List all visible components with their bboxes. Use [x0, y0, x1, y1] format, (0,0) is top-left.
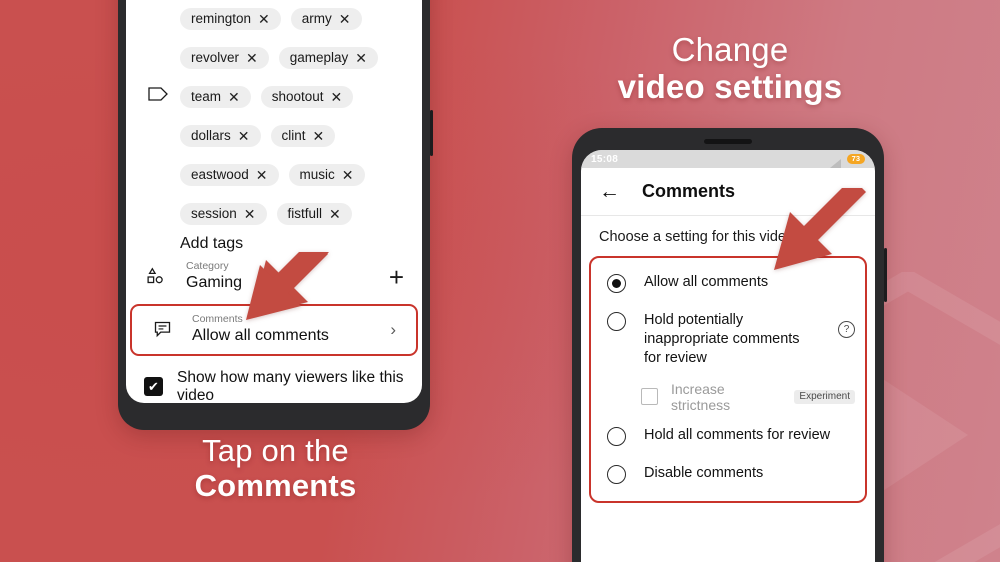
tag-chip[interactable]: revolver ✕: [180, 46, 269, 69]
comment-option-row[interactable]: Allow all comments: [591, 264, 865, 302]
status-clock: 15:08: [591, 153, 619, 165]
tag-chip-label: gameplay: [289, 49, 349, 65]
tag-remove-icon[interactable]: ✕: [355, 51, 367, 65]
increase-strictness-label: Increase strictness: [671, 380, 731, 413]
earpiece-speaker: [704, 139, 752, 144]
tag-remove-icon[interactable]: ✕: [256, 168, 268, 182]
left-phone-screen: remington ✕ army ✕ revolver ✕ gameplay ✕ team ✕ sh…: [126, 0, 422, 403]
tag-chip-label: remington: [191, 10, 252, 26]
subheading: Choose a setting for this video: [599, 229, 795, 245]
tag-chip-label: session: [191, 205, 237, 221]
battery-indicator: 73: [846, 153, 865, 165]
radio-button[interactable]: [607, 274, 626, 293]
tag-chip[interactable]: clint ✕: [270, 124, 336, 147]
comment-option-label: Disable comments: [644, 464, 764, 481]
tag-chip[interactable]: gameplay ✕: [278, 46, 379, 69]
comment-settings-group: Allow all comments Hold potentially inapp…: [589, 256, 867, 503]
tag-chip[interactable]: dollars ✕: [180, 124, 261, 147]
caption-right-line1: Change: [671, 31, 789, 68]
tag-chip[interactable]: fistfull ✕: [276, 202, 352, 225]
tag-row: dollars ✕ clint ✕: [126, 116, 422, 155]
tag-row: session ✕ fistfull ✕: [126, 194, 422, 233]
chevron-right-icon: ›: [390, 319, 396, 339]
comment-option-label: Hold all comments for review: [644, 426, 831, 443]
tag-chip-label: dollars: [191, 127, 231, 143]
tag-chip[interactable]: shootout ✕: [260, 85, 354, 108]
caption-left: Tap on the Comments: [128, 433, 423, 503]
add-category-button[interactable]: +: [389, 264, 408, 290]
show-likes-checkbox-row[interactable]: ✔ Show how many viewers like this video: [126, 359, 422, 403]
tag-chip[interactable]: remington ✕: [180, 7, 281, 30]
tag-chip-label: music: [299, 166, 335, 182]
tag-remove-icon[interactable]: ✕: [329, 207, 341, 221]
tag-icon: [148, 86, 170, 107]
caption-left-line2: Comments: [194, 467, 357, 503]
tag-row: eastwood ✕ music ✕: [126, 155, 422, 194]
tag-chip-label: clint: [281, 127, 306, 143]
comments-label: Comments: [192, 312, 243, 325]
tag-chip[interactable]: music ✕: [288, 163, 365, 186]
show-likes-label: Show how many viewers like this video: [177, 368, 404, 403]
tag-chip[interactable]: eastwood ✕: [180, 163, 279, 186]
tag-remove-icon[interactable]: ✕: [342, 168, 354, 182]
comment-option-label: Hold potentially inappropriate comments …: [644, 312, 800, 366]
increase-strictness-row[interactable]: Increase strictness Experiment: [591, 377, 865, 417]
tag-chip-label: eastwood: [191, 166, 249, 182]
signal-icon: [829, 155, 842, 168]
tag-chip-label: army: [301, 10, 332, 26]
comments-row[interactable]: Comments Allow all comments ›: [132, 306, 416, 354]
tag-remove-icon[interactable]: ✕: [238, 129, 250, 143]
comment-option-row[interactable]: Disable comments: [591, 455, 865, 493]
category-label: Category: [186, 260, 229, 272]
tag-row: team ✕ shootout ✕: [126, 77, 422, 116]
help-icon[interactable]: ?: [838, 321, 855, 338]
tag-chip-label: shootout: [271, 88, 324, 104]
checkbox-unchecked-icon[interactable]: [641, 388, 658, 406]
tag-chip-label: fistfull: [287, 205, 323, 221]
comments-value: Allow all comments: [192, 327, 329, 345]
shapes-icon: [142, 266, 170, 288]
radio-button[interactable]: [607, 464, 626, 484]
tag-remove-icon[interactable]: ✕: [331, 90, 343, 104]
caption-left-line1: Tap on the: [202, 433, 349, 468]
tag-chip[interactable]: team ✕: [180, 85, 251, 108]
radio-button[interactable]: [607, 426, 626, 446]
experiment-badge: Experiment: [794, 389, 855, 404]
back-arrow-icon[interactable]: ←: [599, 181, 620, 202]
tag-chip-label: revolver: [191, 49, 240, 65]
tag-list: remington ✕ army ✕ revolver ✕ gameplay ✕ team ✕ sh…: [126, 0, 422, 233]
tag-chip[interactable]: session ✕: [180, 202, 267, 225]
tag-row: remington ✕ army ✕: [126, 0, 422, 38]
checkbox-checked-icon[interactable]: ✔: [144, 377, 163, 397]
tag-remove-icon[interactable]: ✕: [244, 207, 256, 221]
right-phone-screen: 15:08 73 ← Comments Choose a setting for…: [581, 150, 875, 562]
caption-right: Change video settings: [560, 31, 900, 106]
tag-chip[interactable]: army ✕: [290, 7, 362, 30]
app-bar: ← Comments: [581, 168, 875, 216]
comment-option-row[interactable]: Hold all comments for review: [591, 417, 865, 455]
tag-row: revolver ✕ gameplay ✕: [126, 38, 422, 77]
tag-remove-icon[interactable]: ✕: [228, 90, 240, 104]
tag-chip-label: team: [191, 88, 222, 104]
caption-right-line2: video settings: [617, 67, 843, 105]
screenshot-stage: remington ✕ army ✕ revolver ✕ gameplay ✕ team ✕ sh…: [0, 0, 1000, 562]
comment-bubble-icon: [148, 319, 176, 340]
right-phone-device: 15:08 73 ← Comments Choose a setting for…: [572, 128, 887, 562]
comments-row-highlight: Comments Allow all comments ›: [130, 303, 418, 356]
tag-remove-icon[interactable]: ✕: [246, 51, 258, 65]
status-bar: 15:08 73: [581, 150, 875, 168]
add-tags-label[interactable]: Add tags: [126, 235, 422, 253]
comment-option-row[interactable]: Hold potentially inappropriate comments …: [591, 302, 865, 377]
left-phone-device: remington ✕ army ✕ revolver ✕ gameplay ✕ team ✕ sh…: [118, 0, 433, 430]
page-title: Comments: [642, 181, 736, 201]
comment-option-label: Allow all comments: [644, 274, 769, 290]
category-row[interactable]: Category Gaming +: [126, 253, 422, 301]
tag-remove-icon[interactable]: ✕: [258, 12, 270, 26]
radio-button[interactable]: [607, 312, 626, 331]
category-value: Gaming: [186, 274, 243, 292]
tag-remove-icon[interactable]: ✕: [313, 129, 325, 143]
tag-remove-icon[interactable]: ✕: [339, 12, 351, 26]
